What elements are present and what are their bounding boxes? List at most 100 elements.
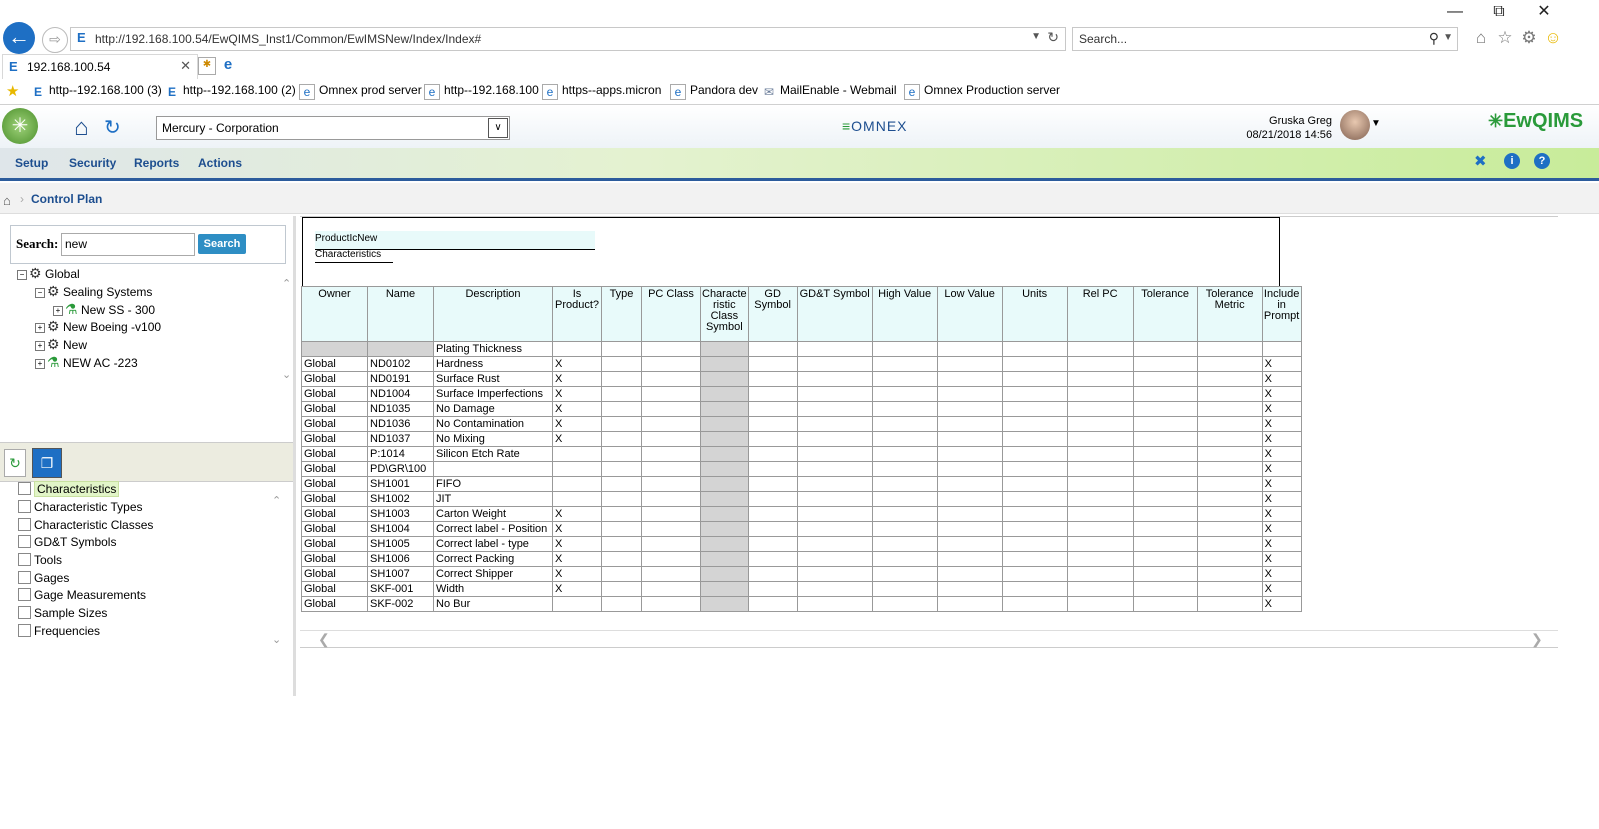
- table-cell[interactable]: [871, 371, 938, 387]
- table-cell[interactable]: [747, 446, 798, 462]
- table-cell[interactable]: Silicon Etch Rate: [433, 446, 553, 462]
- table-cell[interactable]: X: [1261, 401, 1302, 417]
- table-cell[interactable]: [871, 356, 938, 372]
- column-header[interactable]: GD&T Symbol: [796, 286, 873, 342]
- table-cell[interactable]: [1066, 596, 1134, 612]
- menu-security[interactable]: Security: [69, 156, 116, 170]
- table-cell[interactable]: [936, 416, 1003, 432]
- table-cell[interactable]: [1001, 566, 1068, 582]
- table-cell[interactable]: [796, 551, 873, 567]
- table-cell[interactable]: Global: [301, 536, 368, 552]
- table-cell[interactable]: Global: [301, 386, 368, 402]
- table-cell[interactable]: [747, 551, 798, 567]
- table-cell[interactable]: Correct label - Position: [433, 521, 553, 537]
- table-cell[interactable]: ND0102: [367, 356, 434, 372]
- tree-search-value[interactable]: new: [65, 237, 87, 251]
- table-cell[interactable]: Correct label - type: [433, 536, 553, 552]
- table-cell[interactable]: X: [1261, 551, 1302, 567]
- list-item[interactable]: Tools: [18, 553, 62, 567]
- table-cell[interactable]: X: [1261, 461, 1302, 477]
- table-cell[interactable]: [1132, 371, 1198, 387]
- tree-node-new-ss-300[interactable]: + ⚗ New SS - 300: [53, 301, 155, 318]
- settings-gear-icon[interactable]: ⚙: [1518, 28, 1540, 48]
- table-cell[interactable]: [747, 356, 798, 372]
- table-cell[interactable]: [1196, 371, 1263, 387]
- restore-icon[interactable]: ⧉: [1484, 2, 1514, 22]
- checkbox[interactable]: [18, 518, 31, 531]
- column-header[interactable]: Is Product?: [552, 286, 602, 342]
- table-row[interactable]: Global SH1007 Correct Shipper X X: [301, 566, 1302, 582]
- table-cell[interactable]: [367, 341, 434, 357]
- table-cell[interactable]: [1001, 416, 1068, 432]
- table-cell[interactable]: [1001, 401, 1068, 417]
- table-cell[interactable]: Global: [301, 356, 368, 372]
- table-cell[interactable]: [1066, 341, 1134, 357]
- table-row[interactable]: Global SH1002 JIT X: [301, 491, 1302, 507]
- table-cell[interactable]: [1001, 596, 1068, 612]
- table-row[interactable]: Global SH1004 Correct label - Position X X: [301, 521, 1302, 537]
- table-cell[interactable]: X: [1261, 521, 1302, 537]
- table-cell[interactable]: [1066, 431, 1134, 447]
- list-item[interactable]: Sample Sizes: [18, 606, 107, 620]
- table-cell[interactable]: [641, 491, 701, 507]
- search-icon[interactable]: ⚲: [1429, 30, 1439, 47]
- table-cell[interactable]: [641, 566, 701, 582]
- table-cell[interactable]: [601, 446, 642, 462]
- table-cell[interactable]: [936, 431, 1003, 447]
- table-row[interactable]: Plating Thickness: [301, 341, 1302, 357]
- table-cell[interactable]: [1132, 386, 1198, 402]
- table-row[interactable]: Global SH1003 Carton Weight X X: [301, 506, 1302, 522]
- table-cell[interactable]: [641, 506, 701, 522]
- table-cell[interactable]: [641, 521, 701, 537]
- table-cell[interactable]: [747, 596, 798, 612]
- table-cell[interactable]: [1001, 371, 1068, 387]
- table-cell[interactable]: X: [552, 536, 602, 552]
- tab-close-icon[interactable]: ✕: [180, 58, 191, 74]
- table-cell[interactable]: [936, 341, 1003, 357]
- favorite-link[interactable]: e Omnex prod server: [299, 83, 422, 100]
- table-cell[interactable]: SH1001: [367, 476, 434, 492]
- checkbox[interactable]: [18, 624, 31, 637]
- table-cell[interactable]: [1066, 581, 1134, 597]
- table-cell[interactable]: Correct Packing: [433, 551, 553, 567]
- table-cell[interactable]: [936, 386, 1003, 402]
- table-cell[interactable]: [641, 581, 701, 597]
- table-cell[interactable]: [747, 386, 798, 402]
- table-cell[interactable]: [552, 341, 602, 357]
- table-cell[interactable]: [601, 461, 642, 477]
- table-cell[interactable]: X: [1261, 446, 1302, 462]
- table-cell[interactable]: [700, 596, 749, 612]
- table-cell[interactable]: Global: [301, 566, 368, 582]
- table-cell[interactable]: [871, 476, 938, 492]
- table-cell[interactable]: ND1035: [367, 401, 434, 417]
- table-cell[interactable]: [936, 491, 1003, 507]
- tree-node-sealing-systems[interactable]: − ⚙ Sealing Systems: [35, 283, 152, 300]
- column-header[interactable]: Description: [433, 286, 553, 342]
- table-cell[interactable]: [641, 596, 701, 612]
- favorite-link[interactable]: e Pandora dev: [670, 83, 758, 100]
- table-cell[interactable]: [747, 476, 798, 492]
- search-dropdown-icon[interactable]: ▼: [1443, 32, 1453, 43]
- checkbox[interactable]: [18, 571, 31, 584]
- table-cell[interactable]: No Bur: [433, 596, 553, 612]
- table-cell[interactable]: [1196, 461, 1263, 477]
- table-cell[interactable]: [796, 521, 873, 537]
- favorites-star-icon[interactable]: ☆: [1494, 28, 1516, 48]
- table-cell[interactable]: [1001, 581, 1068, 597]
- table-cell[interactable]: Surface Rust: [433, 371, 553, 387]
- forward-button[interactable]: ⇨: [42, 27, 68, 53]
- table-cell[interactable]: [796, 446, 873, 462]
- table-cell[interactable]: [1066, 371, 1134, 387]
- table-cell[interactable]: X: [552, 581, 602, 597]
- table-cell[interactable]: [601, 521, 642, 537]
- table-cell[interactable]: [1132, 446, 1198, 462]
- address-dropdown-icon[interactable]: ▼: [1031, 31, 1041, 42]
- table-cell[interactable]: [871, 551, 938, 567]
- panel-splitter[interactable]: [293, 216, 296, 696]
- ie-icon[interactable]: e: [219, 56, 237, 74]
- table-cell[interactable]: [936, 461, 1003, 477]
- list-item[interactable]: Characteristic Types: [18, 500, 143, 514]
- table-cell[interactable]: [1066, 506, 1134, 522]
- table-cell[interactable]: [641, 416, 701, 432]
- back-button[interactable]: ←: [3, 22, 35, 54]
